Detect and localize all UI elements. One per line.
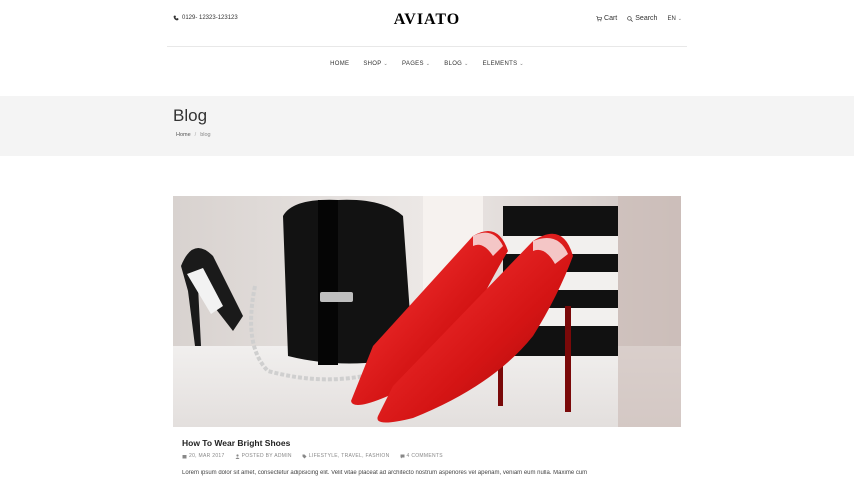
post-featured-image[interactable]: [173, 196, 681, 427]
language-label: EN: [667, 15, 676, 22]
header-divider: [167, 46, 687, 47]
chevron-down-icon: ⌄: [425, 61, 431, 67]
post-comments[interactable]: 4 COMMENTS: [400, 453, 443, 459]
search-label: Search: [635, 15, 658, 22]
post-meta: 20, MAR 2017 POSTED BY ADMIN LIFESTYLE, …: [182, 453, 443, 459]
post-date-text: 20, MAR 2017: [189, 453, 225, 459]
nav-label: SHOP: [363, 61, 382, 67]
user-icon: [235, 453, 240, 459]
language-selector[interactable]: EN ⌄: [667, 16, 682, 22]
page-banner: Blog Home / blog: [0, 96, 854, 156]
post-categories[interactable]: LIFESTYLE, TRAVEL, FASHION: [302, 453, 390, 459]
nav-label: ELEMENTS: [482, 61, 518, 67]
post-author-text: POSTED BY ADMIN: [241, 453, 292, 459]
nav-item-pages[interactable]: PAGES ⌄: [402, 61, 430, 67]
nav-label: PAGES: [402, 61, 424, 67]
post-author: POSTED BY ADMIN: [235, 453, 292, 459]
calendar-icon: [182, 454, 187, 458]
nav-item-home[interactable]: HOME: [330, 61, 349, 67]
post-title[interactable]: How To Wear Bright Shoes: [182, 438, 290, 448]
chevron-down-icon: ⌄: [519, 61, 524, 67]
post-comments-text: 4 COMMENTS: [406, 453, 443, 459]
tag-icon: [302, 454, 307, 458]
chevron-down-icon: ⌄: [464, 61, 469, 67]
breadcrumb-home-link[interactable]: Home: [176, 132, 191, 138]
cart-icon: [596, 15, 603, 21]
search-icon: [627, 15, 634, 22]
nav-item-blog[interactable]: BLOG ⌄: [444, 61, 468, 67]
cart-link[interactable]: Cart: [596, 15, 617, 22]
cart-label: Cart: [604, 15, 618, 22]
shoes-photo: [173, 196, 681, 427]
comment-icon: [400, 454, 405, 458]
page-title: Blog: [173, 106, 208, 125]
header-actions: Cart Search EN ⌄: [596, 15, 682, 22]
chevron-down-icon: ⌄: [383, 61, 389, 67]
breadcrumb-current: blog: [200, 132, 211, 138]
nav-label: BLOG: [444, 61, 463, 67]
nav-item-elements[interactable]: ELEMENTS ⌄: [483, 61, 524, 67]
breadcrumb: Home / blog: [176, 132, 211, 138]
site-logo[interactable]: AVIATO: [0, 11, 854, 29]
post-categories-text: LIFESTYLE, TRAVEL, FASHION: [308, 453, 390, 459]
post-date: 20, MAR 2017: [182, 453, 225, 459]
top-header: 0129- 12323-123123 AVIATO Cart Search EN…: [0, 0, 854, 46]
chevron-down-icon: ⌄: [677, 15, 682, 22]
nav-label: HOME: [330, 61, 350, 67]
nav-item-shop[interactable]: SHOP ⌄: [363, 61, 388, 67]
search-link[interactable]: Search: [627, 15, 657, 22]
breadcrumb-separator: /: [194, 132, 197, 138]
post-excerpt: Lorem ipsum dolor sit amet, consectetur …: [182, 470, 588, 476]
main-nav: HOME SHOP ⌄ PAGES ⌄ BLOG ⌄ ELEMENTS ⌄: [0, 61, 854, 67]
